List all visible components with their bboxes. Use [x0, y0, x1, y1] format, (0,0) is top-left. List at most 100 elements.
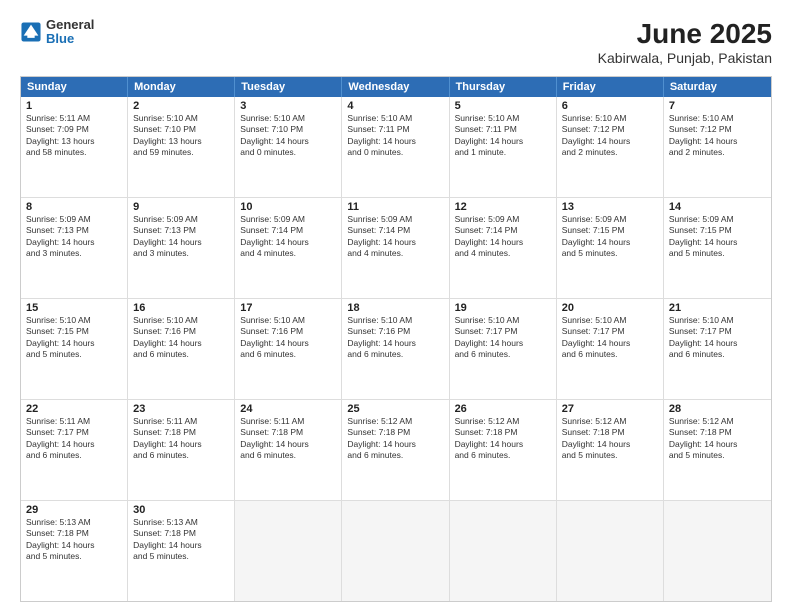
day-info: Sunrise: 5:10 AMSunset: 7:10 PMDaylight:… [133, 113, 229, 159]
day-info: Sunrise: 5:10 AMSunset: 7:12 PMDaylight:… [562, 113, 658, 159]
cal-cell: 17Sunrise: 5:10 AMSunset: 7:16 PMDayligh… [235, 299, 342, 399]
header-thursday: Thursday [450, 77, 557, 97]
day-info: Sunrise: 5:10 AMSunset: 7:17 PMDaylight:… [455, 315, 551, 361]
day-info: Sunrise: 5:13 AMSunset: 7:18 PMDaylight:… [133, 517, 229, 563]
logo-general-text: General [46, 18, 94, 32]
day-number: 13 [562, 201, 658, 213]
logo-blue-text: Blue [46, 32, 94, 46]
day-number: 19 [455, 302, 551, 314]
cal-cell [664, 501, 771, 601]
cal-row: 8Sunrise: 5:09 AMSunset: 7:13 PMDaylight… [21, 197, 771, 298]
day-number: 9 [133, 201, 229, 213]
day-number: 28 [669, 403, 766, 415]
cal-cell: 21Sunrise: 5:10 AMSunset: 7:17 PMDayligh… [664, 299, 771, 399]
page-title: June 2025 [598, 18, 772, 50]
calendar: Sunday Monday Tuesday Wednesday Thursday… [20, 76, 772, 602]
day-number: 3 [240, 100, 336, 112]
day-number: 20 [562, 302, 658, 314]
day-number: 1 [26, 100, 122, 112]
day-info: Sunrise: 5:10 AMSunset: 7:11 PMDaylight:… [347, 113, 443, 159]
header-saturday: Saturday [664, 77, 771, 97]
day-info: Sunrise: 5:12 AMSunset: 7:18 PMDaylight:… [455, 416, 551, 462]
day-number: 23 [133, 403, 229, 415]
logo: General Blue [20, 18, 94, 47]
day-number: 10 [240, 201, 336, 213]
cal-row: 29 Sunrise: 5:13 AMSunset: 7:18 PMDayligh… [21, 500, 771, 601]
cal-cell: 11Sunrise: 5:09 AMSunset: 7:14 PMDayligh… [342, 198, 449, 298]
day-info: Sunrise: 5:10 AMSunset: 7:16 PMDaylight:… [347, 315, 443, 361]
day-number: 22 [26, 403, 122, 415]
cal-cell: 26Sunrise: 5:12 AMSunset: 7:18 PMDayligh… [450, 400, 557, 500]
cal-cell: 13Sunrise: 5:09 AMSunset: 7:15 PMDayligh… [557, 198, 664, 298]
logo-icon [20, 21, 42, 43]
cal-cell: 24Sunrise: 5:11 AMSunset: 7:18 PMDayligh… [235, 400, 342, 500]
day-info: Sunrise: 5:09 AMSunset: 7:14 PMDaylight:… [455, 214, 551, 260]
cal-cell: 3Sunrise: 5:10 AMSunset: 7:10 PMDaylight… [235, 97, 342, 197]
day-number: 30 [133, 504, 229, 516]
day-info: Sunrise: 5:09 AMSunset: 7:13 PMDaylight:… [133, 214, 229, 260]
calendar-header: Sunday Monday Tuesday Wednesday Thursday… [21, 77, 771, 97]
day-number: 7 [669, 100, 766, 112]
day-number: 21 [669, 302, 766, 314]
day-info: Sunrise: 5:09 AMSunset: 7:15 PMDaylight:… [562, 214, 658, 260]
day-number: 27 [562, 403, 658, 415]
header-friday: Friday [557, 77, 664, 97]
day-number: 17 [240, 302, 336, 314]
day-info: Sunrise: 5:11 AMSunset: 7:17 PMDaylight:… [26, 416, 122, 462]
day-number: 6 [562, 100, 658, 112]
cal-cell: 2Sunrise: 5:10 AMSunset: 7:10 PMDaylight… [128, 97, 235, 197]
day-number: 5 [455, 100, 551, 112]
header-wednesday: Wednesday [342, 77, 449, 97]
cal-cell: 4Sunrise: 5:10 AMSunset: 7:11 PMDaylight… [342, 97, 449, 197]
header: General Blue June 2025 Kabirwala, Punjab… [20, 18, 772, 66]
cal-cell: 8Sunrise: 5:09 AMSunset: 7:13 PMDaylight… [21, 198, 128, 298]
day-info: Sunrise: 5:12 AMSunset: 7:18 PMDaylight:… [562, 416, 658, 462]
day-number: 12 [455, 201, 551, 213]
cal-cell: 27Sunrise: 5:12 AMSunset: 7:18 PMDayligh… [557, 400, 664, 500]
cal-cell: 25Sunrise: 5:12 AMSunset: 7:18 PMDayligh… [342, 400, 449, 500]
cal-cell: 15Sunrise: 5:10 AMSunset: 7:15 PMDayligh… [21, 299, 128, 399]
page: General Blue June 2025 Kabirwala, Punjab… [0, 0, 792, 612]
title-block: June 2025 Kabirwala, Punjab, Pakistan [598, 18, 772, 66]
day-info: Sunrise: 5:09 AMSunset: 7:15 PMDaylight:… [669, 214, 766, 260]
cal-cell: 28Sunrise: 5:12 AMSunset: 7:18 PMDayligh… [664, 400, 771, 500]
cal-cell: 29Sunrise: 5:13 AMSunset: 7:18 PMDayligh… [21, 501, 128, 601]
cal-cell [450, 501, 557, 601]
day-info: Sunrise: 5:09 AMSunset: 7:13 PMDaylight:… [26, 214, 122, 260]
day-number: 25 [347, 403, 443, 415]
day-info: Sunrise: 5:11 AMSunset: 7:09 PMDaylight:… [26, 113, 122, 159]
cal-cell: 10Sunrise: 5:09 AMSunset: 7:14 PMDayligh… [235, 198, 342, 298]
day-info: Sunrise: 5:10 AMSunset: 7:10 PMDaylight:… [240, 113, 336, 159]
day-info: Sunrise: 5:10 AMSunset: 7:17 PMDaylight:… [562, 315, 658, 361]
cal-cell: 23Sunrise: 5:11 AMSunset: 7:18 PMDayligh… [128, 400, 235, 500]
day-info: Sunrise: 5:11 AMSunset: 7:18 PMDaylight:… [133, 416, 229, 462]
day-info: Sunrise: 5:10 AMSunset: 7:11 PMDaylight:… [455, 113, 551, 159]
logo-text: General Blue [46, 18, 94, 47]
cal-cell: 30Sunrise: 5:13 AMSunset: 7:18 PMDayligh… [128, 501, 235, 601]
day-number: 16 [133, 302, 229, 314]
cal-cell: 14Sunrise: 5:09 AMSunset: 7:15 PMDayligh… [664, 198, 771, 298]
day-number: 18 [347, 302, 443, 314]
cal-cell: 1Sunrise: 5:11 AMSunset: 7:09 PMDaylight… [21, 97, 128, 197]
cal-cell [557, 501, 664, 601]
header-sunday: Sunday [21, 77, 128, 97]
cal-cell: 22Sunrise: 5:11 AMSunset: 7:17 PMDayligh… [21, 400, 128, 500]
day-info: Sunrise: 5:10 AMSunset: 7:15 PMDaylight:… [26, 315, 122, 361]
cal-cell: 19Sunrise: 5:10 AMSunset: 7:17 PMDayligh… [450, 299, 557, 399]
day-number: 4 [347, 100, 443, 112]
cal-cell: 12Sunrise: 5:09 AMSunset: 7:14 PMDayligh… [450, 198, 557, 298]
day-number: 26 [455, 403, 551, 415]
header-monday: Monday [128, 77, 235, 97]
day-info: Sunrise: 5:09 AMSunset: 7:14 PMDaylight:… [240, 214, 336, 260]
cal-cell: 7Sunrise: 5:10 AMSunset: 7:12 PMDaylight… [664, 97, 771, 197]
day-info: Sunrise: 5:10 AMSunset: 7:17 PMDaylight:… [669, 315, 766, 361]
day-number: 29 [26, 504, 122, 516]
cal-cell [342, 501, 449, 601]
cal-row: 22Sunrise: 5:11 AMSunset: 7:17 PMDayligh… [21, 399, 771, 500]
cal-cell: 6Sunrise: 5:10 AMSunset: 7:12 PMDaylight… [557, 97, 664, 197]
cal-row: 1Sunrise: 5:11 AMSunset: 7:09 PMDaylight… [21, 97, 771, 197]
day-info: Sunrise: 5:10 AMSunset: 7:16 PMDaylight:… [240, 315, 336, 361]
day-info: Sunrise: 5:11 AMSunset: 7:18 PMDaylight:… [240, 416, 336, 462]
day-info: Sunrise: 5:10 AMSunset: 7:12 PMDaylight:… [669, 113, 766, 159]
day-number: 8 [26, 201, 122, 213]
